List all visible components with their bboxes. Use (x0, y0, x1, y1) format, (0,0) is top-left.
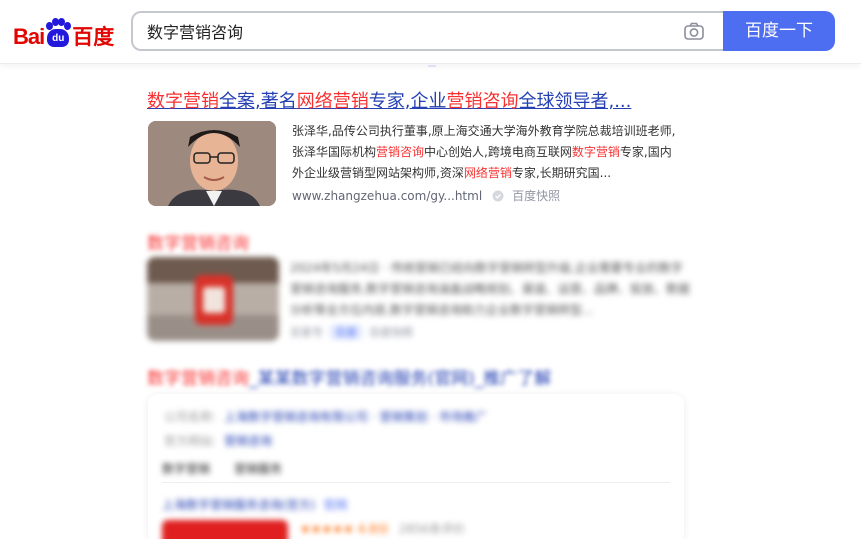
snippet-highlight: 数字营销 (571, 145, 620, 159)
result-1-title[interactable]: 数字营销全案,著名网络营销专家,企业营销咨询全球领导者,... (147, 91, 631, 113)
snippet-line: 2024年5月24日 · 传统营销已经向数字营销转型升级,企业需要专业的数字 (290, 261, 683, 275)
meta-site: 百家号 (290, 326, 323, 339)
result-1-snippet: 张泽华,品传公司执行董事,原上海交通大学海外教育学院总裁培训班老师, 张泽华国际… (292, 121, 712, 184)
card-row-link[interactable]: 上海数字营销咨询有限公司 · 营销策划 · 市场推广 (224, 410, 487, 424)
logo-text-latin: Bai (13, 24, 45, 49)
result-2-title[interactable]: 数字营销咨询 (147, 229, 249, 254)
result-3-card: 公司名称: 上海数字营销咨询有限公司 · 营销策划 · 市场推广 官方网站: 营销咨… (148, 394, 684, 539)
card-tab[interactable]: 营销服务 (234, 462, 282, 476)
card-tab[interactable]: 数字营销 (162, 462, 210, 476)
result-2-meta: 百家号 百度 百度快照 (290, 324, 413, 340)
snapshot-link[interactable]: 百度快照 (512, 187, 560, 204)
camera-icon[interactable] (684, 22, 704, 40)
card-sub-title-text: 上海数字营销服务咨询(官方) (162, 498, 316, 512)
title-part: 专家,企业 (368, 91, 447, 112)
rating-count: 2856条评价 (398, 522, 466, 536)
result-1-thumbnail[interactable] (148, 121, 276, 206)
snippet-line: 营销咨询服务,数字营销咨询涵盖战略规划、渠道、运营、品牌、投放、数据 (290, 282, 690, 296)
snippet-highlight: 营销咨询 (376, 145, 425, 159)
card-row-label: 公司名称: (164, 410, 217, 424)
snippet-highlight: 网络营销 (463, 166, 512, 180)
search-input[interactable] (147, 13, 667, 49)
shield-icon (492, 190, 504, 202)
card-rating: ★★★★★ 4.8分 2856条评价 (300, 520, 465, 537)
title-highlight: 数字营销咨询 (147, 369, 249, 389)
title-part: 网络营销 (296, 91, 369, 112)
card-sub-title[interactable]: 上海数字营销服务咨询(官方) 官网 (162, 496, 347, 513)
card-thumbnail[interactable] (162, 520, 288, 539)
search-box (131, 11, 723, 51)
snippet-text: 中心创始人,跨境电商互联网 (424, 145, 572, 159)
result-2-thumbnail[interactable] (147, 257, 279, 341)
result-1-source: www.zhangzehua.com/gy...html 百度快照 (292, 187, 560, 204)
logo-paw-text: du (47, 29, 70, 47)
result-3-title[interactable]: 数字营销咨询_某某数字营销咨询服务(官网)_推广了解 (147, 364, 551, 389)
paw-icon: du (45, 18, 72, 48)
result-1-url[interactable]: www.zhangzehua.com/gy...html (292, 189, 482, 203)
snippet-line: 张泽华,品传公司执行董事,原上海交通大学海外教育学院总裁培训班老师, (292, 124, 676, 138)
title-part: 营销咨询 (446, 91, 519, 112)
title-part: 全球领导者,... (518, 91, 632, 112)
result-2-snippet: 2024年5月24日 · 传统营销已经向数字营销转型升级,企业需要专业的数字 营… (290, 258, 710, 321)
card-row-label: 官方网站: (164, 434, 217, 448)
title-part: 数字营销 (147, 91, 219, 112)
card-row-link[interactable]: 营销咨询 (224, 434, 272, 448)
search-button[interactable]: 百度一下 (723, 11, 835, 51)
meta-chip[interactable]: 百度 (329, 324, 363, 340)
card-sub-tag: 官网 (323, 498, 348, 512)
card-row: 官方网站: 营销咨询 (164, 432, 272, 449)
rating-stars: ★★★★★ 4.8分 (300, 522, 389, 536)
title-part: 全案,著名 (219, 91, 297, 112)
baidu-logo[interactable]: Bai du 百度 (13, 14, 114, 48)
snippet-line: 分析等全方位内容,数字营销咨询助力企业数字营销转型... (290, 303, 594, 317)
snippet-line: 外企业级营销型网站架构师,资深网络营销专家,长期研究国... (292, 163, 712, 184)
scroll-indicator (428, 65, 436, 67)
snippet-text: 专家,长期研究国... (511, 166, 612, 180)
snippet-text: 外企业级营销型网站架构师,资深 (292, 166, 464, 180)
card-tabs: 数字营销 营销服务 (162, 460, 306, 477)
header: Bai du 百度 百度一下 (0, 0, 861, 64)
card-divider (162, 482, 670, 483)
meta-snapshot[interactable]: 百度快照 (369, 326, 413, 339)
snippet-line: 张泽华国际机构营销咨询中心创始人,跨境电商互联网数字营销专家,国内 (292, 142, 712, 163)
card-row: 公司名称: 上海数字营销咨询有限公司 · 营销策划 · 市场推广 (164, 408, 487, 425)
snippet-text: 专家,国内 (619, 145, 672, 159)
logo-text-cn: 百度 (72, 25, 115, 49)
snippet-text: 张泽华国际机构 (292, 145, 377, 159)
title-text: _某某数字营销咨询服务(官网)_推广了解 (249, 369, 552, 389)
